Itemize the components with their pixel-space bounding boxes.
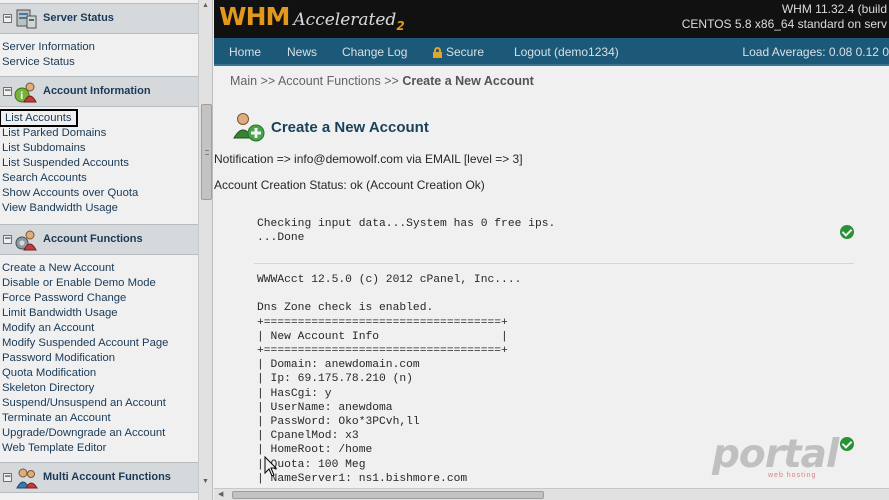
sidebar-link-list-accounts[interactable]: List Accounts: [0, 109, 138, 127]
sidebar-link-list-parked-domains[interactable]: List Parked Domains: [0, 126, 138, 141]
sidebar-link-modify-an-account[interactable]: Modify an Account: [0, 321, 168, 336]
nav-change-log[interactable]: Change Log: [342, 45, 407, 59]
sidebar-scrollbar[interactable]: ▲ ▼: [198, 0, 212, 500]
check-icon: [840, 225, 854, 239]
page-title: Create a New Account: [271, 119, 429, 136]
watermark-text: portal: [712, 432, 839, 477]
version-info: WHM 11.32.4 (build: [781, 2, 887, 16]
sidebar-link-view-bandwidth-usage[interactable]: View Bandwidth Usage: [0, 201, 138, 216]
sidebar-link-label: List Accounts: [0, 109, 78, 127]
scroll-down-arrow-icon[interactable]: ▼: [202, 478, 209, 485]
check-input-output: Checking input data...System has 0 free …: [257, 218, 556, 245]
wwwacct-output: WWWAcct 12.5.0 (c) 2012 cPanel, Inc.... …: [257, 274, 522, 485]
sidebar-link-disable-or-enable-demo-mode[interactable]: Disable or Enable Demo Mode: [0, 276, 168, 291]
top-nav: Home News Change Log Secure Logout (demo…: [214, 38, 889, 66]
nav-news[interactable]: News: [287, 45, 317, 59]
sidebar-link-upgrade-downgrade-an-account[interactable]: Upgrade/Downgrade an Account: [0, 426, 168, 441]
sidebar: − Server Status Server Information Servi…: [0, 0, 213, 500]
sidebar-link-terminate-an-account[interactable]: Terminate an Account: [0, 411, 168, 426]
account-functions-links: Create a New Account Disable or Enable D…: [0, 261, 168, 456]
horizontal-scroll-thumb[interactable]: [232, 491, 544, 499]
section-title: Account Functions: [43, 233, 143, 245]
grip-icon: [205, 150, 209, 155]
sidebar-link-server-information[interactable]: Server Information: [0, 40, 95, 55]
breadcrumb: Main >> Account Functions >> Create a Ne…: [230, 74, 534, 88]
sidebar-section-multi-account-functions[interactable]: − Multi Account Functions: [0, 462, 198, 493]
nav-logout[interactable]: Logout (demo1234): [514, 45, 619, 59]
scroll-up-arrow-icon[interactable]: ▲: [202, 2, 209, 9]
sidebar-section-account-information[interactable]: − i Account Information: [0, 76, 198, 107]
mouse-cursor-icon: [264, 456, 278, 477]
logo-version-text: 2: [396, 19, 405, 33]
load-averages: Load Averages: 0.08 0.12 0: [742, 45, 889, 59]
sidebar-link-search-accounts[interactable]: Search Accounts: [0, 171, 138, 186]
section-title: Server Status: [43, 12, 114, 24]
sidebar-link-show-accounts-over-quota[interactable]: Show Accounts over Quota: [0, 186, 138, 201]
sidebar-link-skeleton-directory[interactable]: Skeleton Directory: [0, 381, 168, 396]
sidebar-section-server-status[interactable]: − Server Status: [0, 3, 198, 34]
logo-sub-text: Accelerated: [293, 10, 397, 30]
sidebar-link-force-password-change[interactable]: Force Password Change: [0, 291, 168, 306]
collapse-toggle[interactable]: −: [3, 87, 12, 96]
multi-account-icon: [16, 468, 38, 489]
section-title: Multi Account Functions: [43, 471, 171, 483]
breadcrumb-path[interactable]: Main >> Account Functions >>: [230, 74, 402, 88]
scroll-left-arrow-icon[interactable]: ◀: [218, 490, 223, 498]
server-info: WHM 11.32.4 (build CENTOS 5.8 x86_64 sta…: [682, 2, 887, 32]
sidebar-link-suspend-unsuspend-an-account[interactable]: Suspend/Unsuspend an Account: [0, 396, 168, 411]
add-user-icon: [233, 113, 265, 142]
nav-home[interactable]: Home: [229, 45, 261, 59]
main-content: Main >> Account Functions >> Create a Ne…: [214, 68, 889, 488]
watermark-subtext: web hosting: [768, 472, 817, 479]
sidebar-link-service-status[interactable]: Service Status: [0, 55, 95, 70]
portal-watermark: portal web hosting: [712, 432, 862, 482]
server-icon: [16, 9, 37, 29]
logo-main-text: WHM: [219, 2, 290, 31]
os-info: CENTOS 5.8 x86_64 standard on serv: [681, 17, 887, 31]
sidebar-link-web-template-editor[interactable]: Web Template Editor: [0, 441, 168, 456]
sidebar-link-password-modification[interactable]: Password Modification: [0, 351, 168, 366]
collapse-toggle[interactable]: −: [3, 14, 12, 23]
creation-status-line: Account Creation Status: ok (Account Cre…: [214, 178, 485, 192]
sidebar-link-list-suspended-accounts[interactable]: List Suspended Accounts: [0, 156, 138, 171]
sidebar-scroll-thumb[interactable]: [201, 104, 212, 200]
account-info-icon: i: [14, 82, 37, 103]
horizontal-scrollbar[interactable]: ◀: [214, 488, 889, 500]
sidebar-link-modify-suspended-account-page[interactable]: Modify Suspended Account Page: [0, 336, 168, 351]
notification-line: Notification => info@demowolf.com via EM…: [214, 152, 523, 166]
account-functions-icon: [15, 230, 37, 251]
lock-icon: [433, 47, 442, 58]
sidebar-section-account-functions[interactable]: − Account Functions: [0, 224, 198, 255]
section-title: Account Information: [43, 85, 151, 97]
account-information-links: List Accounts List Parked Domains List S…: [0, 109, 138, 216]
breadcrumb-current: Create a New Account: [402, 74, 534, 88]
sidebar-link-limit-bandwidth-usage[interactable]: Limit Bandwidth Usage: [0, 306, 168, 321]
divider: [254, 263, 854, 264]
sidebar-link-quota-modification[interactable]: Quota Modification: [0, 366, 168, 381]
sidebar-link-create-a-new-account[interactable]: Create a New Account: [0, 261, 168, 276]
svg-text:i: i: [20, 91, 23, 102]
collapse-toggle[interactable]: −: [3, 473, 12, 482]
nav-secure[interactable]: Secure: [433, 45, 484, 59]
collapse-toggle[interactable]: −: [3, 235, 12, 244]
nav-secure-label: Secure: [446, 45, 485, 59]
header-bar: WHM Accelerated2 WHM 11.32.4 (build CENTO…: [214, 0, 889, 38]
sidebar-link-list-subdomains[interactable]: List Subdomains: [0, 141, 138, 156]
whm-logo[interactable]: WHM Accelerated2: [219, 2, 405, 34]
server-status-links: Server Information Service Status: [0, 40, 95, 70]
